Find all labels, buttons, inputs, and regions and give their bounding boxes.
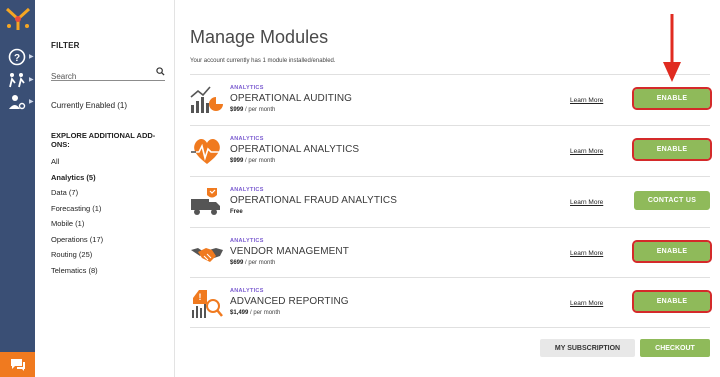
module-name: OPERATIONAL ANALYTICS xyxy=(230,144,360,155)
module-name: OPERATIONAL AUDITING xyxy=(230,93,353,104)
category-operations[interactable]: Operations (17) xyxy=(51,235,103,251)
category-forecasting[interactable]: Forecasting (1) xyxy=(51,204,103,220)
routes-people-icon[interactable] xyxy=(7,70,27,90)
explore-heading: EXPLORE ADDITIONAL ADD-ONS: xyxy=(51,131,156,149)
module-name: VENDOR MANAGEMENT xyxy=(230,246,349,257)
routes-caret-icon: ▶ xyxy=(29,77,34,83)
page-title: Manage Modules xyxy=(190,27,329,47)
module-category: ANALYTICS xyxy=(230,238,264,244)
search-input[interactable] xyxy=(51,72,147,81)
app-logo-icon[interactable] xyxy=(5,6,31,32)
module-category: ANALYTICS xyxy=(230,288,264,294)
category-routing[interactable]: Routing (25) xyxy=(51,250,103,266)
currently-enabled-link[interactable]: Currently Enabled (1) xyxy=(51,101,127,110)
auditing-chart-icon xyxy=(190,86,223,113)
category-mobile[interactable]: Mobile (1) xyxy=(51,219,103,235)
module-price: $999 / per month xyxy=(230,107,276,113)
user-settings-icon[interactable] xyxy=(7,92,27,112)
svg-text:?: ? xyxy=(14,53,20,64)
category-all[interactable]: All xyxy=(51,157,103,173)
category-telematics[interactable]: Telematics (8) xyxy=(51,266,103,282)
svg-text:!: ! xyxy=(199,292,202,302)
module-category: ANALYTICS xyxy=(230,85,264,91)
enable-button[interactable]: ENABLE xyxy=(632,290,712,313)
help-icon[interactable]: ? xyxy=(7,47,27,67)
module-price: $1,499 / per month xyxy=(230,310,281,316)
user-settings-caret-icon: ▶ xyxy=(29,99,34,105)
learn-more-link[interactable]: Learn More xyxy=(570,148,603,155)
enable-button[interactable]: ENABLE xyxy=(632,87,712,110)
my-subscription-button[interactable]: MY SUBSCRIPTION xyxy=(540,339,635,357)
annotation-arrow-icon xyxy=(663,14,681,82)
learn-more-link[interactable]: Learn More xyxy=(570,300,603,307)
category-data[interactable]: Data (7) xyxy=(51,188,103,204)
module-price: $699 / per month xyxy=(230,260,276,266)
fraud-truck-icon xyxy=(191,188,220,215)
help-caret-icon: ▶ xyxy=(29,54,34,60)
search-box xyxy=(51,66,165,81)
chat-icon[interactable] xyxy=(0,352,35,377)
module-row-operational-fraud-analytics: ANALYTICS OPERATIONAL FRAUD ANALYTICS Fr… xyxy=(190,177,710,227)
learn-more-link[interactable]: Learn More xyxy=(570,199,603,206)
category-list: All Analytics (5) Data (7) Forecasting (… xyxy=(51,157,103,281)
divider xyxy=(190,327,710,328)
contact-us-button[interactable]: CONTACT US xyxy=(634,191,710,210)
module-row-operational-auditing: ANALYTICS OPERATIONAL AUDITING $999 / pe… xyxy=(190,75,712,125)
filter-panel: FILTER Currently Enabled (1) EXPLORE ADD… xyxy=(35,0,175,377)
enable-button[interactable]: ENABLE xyxy=(632,138,712,161)
main-content: Manage Modules Your account currently ha… xyxy=(190,0,720,377)
module-price: Free xyxy=(230,209,243,215)
filter-heading: FILTER xyxy=(51,41,80,50)
enable-button[interactable]: ENABLE xyxy=(632,240,712,263)
category-analytics[interactable]: Analytics (5) xyxy=(51,173,103,189)
search-icon[interactable] xyxy=(156,67,165,76)
learn-more-link[interactable]: Learn More xyxy=(570,250,603,257)
module-row-vendor-management: ANALYTICS VENDOR MANAGEMENT $699 / per m… xyxy=(190,228,712,278)
handshake-icon xyxy=(191,248,223,262)
left-rail: ? ▶ ▶ ▶ xyxy=(0,0,35,377)
install-count-text: Your account currently has 1 module inst… xyxy=(190,58,336,64)
module-row-operational-analytics: ANALYTICS OPERATIONAL ANALYTICS $999 / p… xyxy=(190,126,712,176)
checkout-button[interactable]: CHECKOUT xyxy=(640,339,710,357)
module-category: ANALYTICS xyxy=(230,136,264,142)
module-category: ANALYTICS xyxy=(230,187,264,193)
report-magnifier-icon: ! xyxy=(192,290,223,318)
heart-pulse-icon xyxy=(191,139,223,164)
module-name: OPERATIONAL FRAUD ANALYTICS xyxy=(230,195,397,206)
module-price: $999 / per month xyxy=(230,158,276,164)
module-row-advanced-reporting: ! ANALYTICS ADVANCED REPORTING $1,499 / … xyxy=(190,278,712,328)
module-name: ADVANCED REPORTING xyxy=(230,296,349,307)
learn-more-link[interactable]: Learn More xyxy=(570,97,603,104)
